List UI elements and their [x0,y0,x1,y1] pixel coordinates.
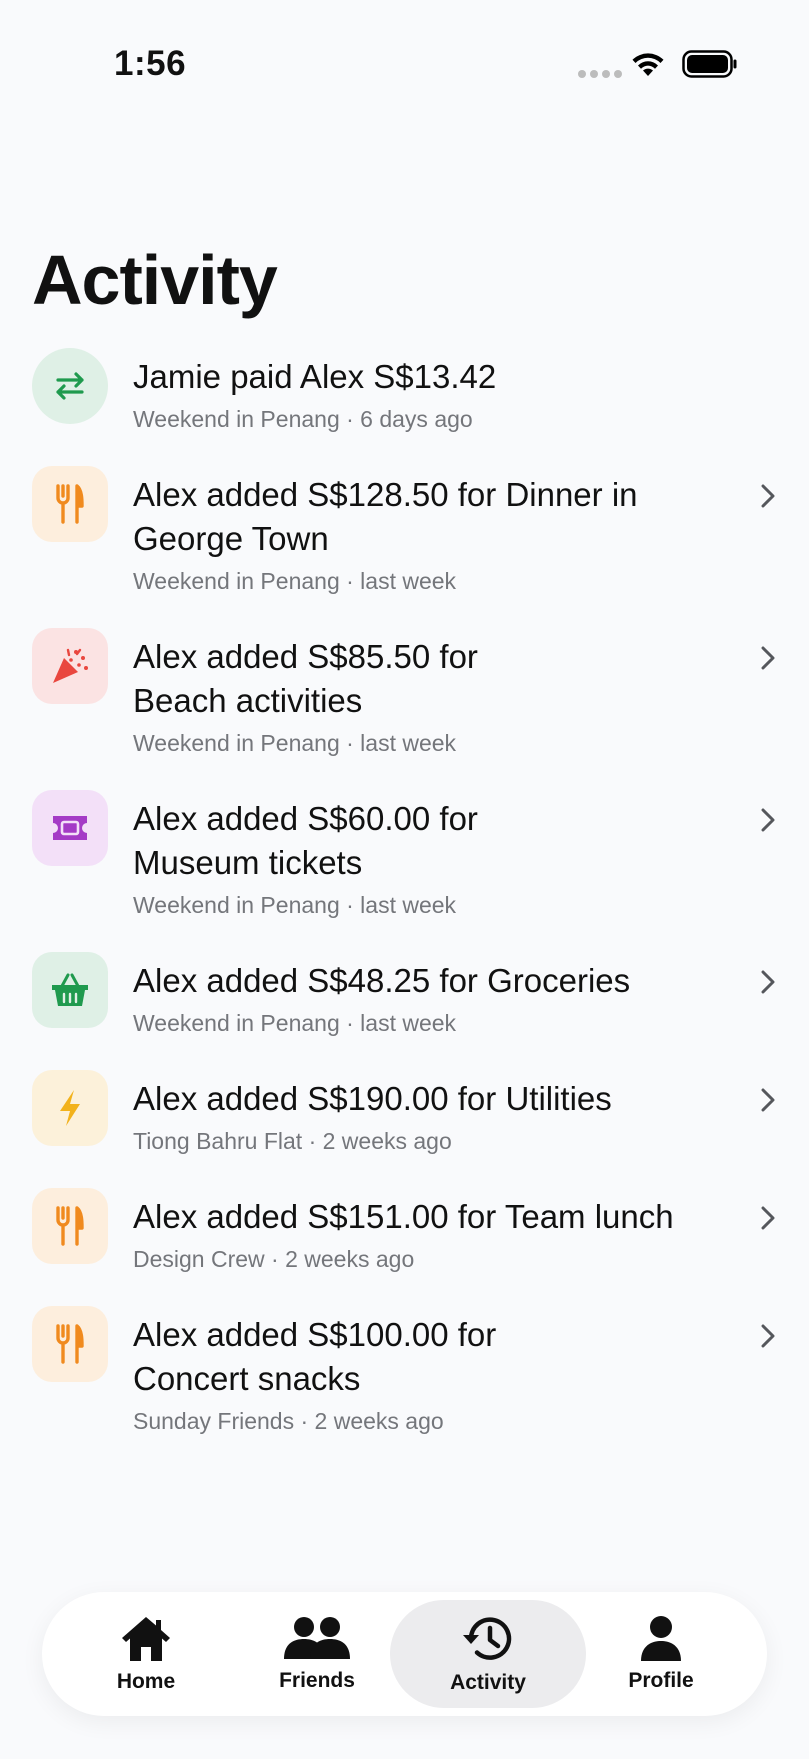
cellular-signal-icon [578,70,622,78]
activity-subtitle: Weekend in Penang · last week [133,730,457,756]
activity-list: Jamie paid Alex S$13.42 Weekend in Penang… [0,348,809,1475]
status-time: 1:56 [114,44,187,83]
chevron-right-icon[interactable] [758,1323,778,1349]
activity-row[interactable]: Alex added S$100.00 for Concert snacks Su… [0,1306,809,1475]
transfer-arrows-icon [52,368,88,404]
basket-icon [50,972,90,1008]
fork-knife-icon-badge [32,1306,108,1382]
activity-text: Alex added S$151.00 for Team lunch Design… [133,1195,709,1273]
activity-row[interactable]: Alex added S$190.00 for Utilities Tiong B… [0,1070,809,1195]
chevron-right-icon[interactable] [758,807,778,833]
activity-text: Alex added S$100.00 for Concert snacks Su… [133,1313,709,1435]
activity-text: Alex added S$190.00 for Utilities Tiong B… [133,1077,709,1155]
fork-knife-icon [55,1206,85,1246]
tab-friends[interactable]: Friends [219,1600,415,1708]
chevron-right-icon[interactable] [758,483,778,509]
party-popper-icon [50,646,90,686]
tab-label: Friends [279,1669,355,1692]
wifi-icon [632,53,664,76]
tab-profile[interactable]: Profile [563,1600,759,1708]
activity-title: Alex added S$128.50 for Dinner in George… [133,476,638,557]
activity-title: Alex added S$151.00 for Team lunch [133,1198,674,1235]
activity-text: Alex added S$48.25 for Groceries Weekend … [133,959,709,1037]
tab-activity[interactable]: Activity [390,1600,586,1708]
fork-knife-icon-badge [32,1188,108,1264]
fork-knife-icon-badge [32,466,108,542]
tab-label: Profile [628,1669,694,1692]
activity-row[interactable]: Jamie paid Alex S$13.42 Weekend in Penang… [0,348,809,473]
activity-row[interactable]: Alex added S$151.00 for Team lunch Design… [0,1188,809,1313]
history-clock-icon [463,1617,512,1660]
people-icon [284,1617,350,1659]
activity-subtitle: Weekend in Penang · 6 days ago [133,406,473,432]
activity-text: Alex added S$85.50 for Beach activities W… [133,635,709,757]
activity-screen: 1:56 Activity Jamie paid Alex S$13.42 Wee… [0,0,809,1759]
activity-title: Alex added S$85.50 for Beach activities [133,638,478,719]
activity-text: Alex added S$128.50 for Dinner in George… [133,473,709,595]
activity-subtitle: Weekend in Penang · last week [133,1010,457,1036]
fork-knife-icon [55,484,85,524]
chevron-right-icon[interactable] [758,1205,778,1231]
chevron-right-icon[interactable] [758,969,778,995]
activity-title: Alex added S$190.00 for Utilities [133,1080,612,1117]
activity-row[interactable]: Alex added S$48.25 for Groceries Weekend … [0,952,809,1077]
party-popper-icon-badge [32,628,108,704]
activity-subtitle: Weekend in Penang · last week [133,568,457,594]
page-title: Activity [32,241,278,319]
tab-home[interactable]: Home [48,1600,244,1708]
lightning-icon-badge [32,1070,108,1146]
ticket-icon-badge [32,790,108,866]
activity-text: Alex added S$60.00 for Museum tickets Wee… [133,797,709,919]
house-icon [122,1617,170,1661]
fork-knife-icon [55,1324,85,1364]
basket-icon-badge [32,952,108,1028]
activity-title: Alex added S$48.25 for Groceries [133,962,631,999]
tab-label: Home [116,1670,176,1693]
chevron-right-icon[interactable] [758,645,778,671]
activity-row[interactable]: Alex added S$85.50 for Beach activities W… [0,628,809,797]
ticket-icon [50,813,90,843]
activity-title: Jamie paid Alex S$13.42 [133,358,497,395]
activity-text: Jamie paid Alex S$13.42 Weekend in Penang… [133,355,709,433]
activity-subtitle: Design Crew · 2 weeks ago [133,1246,415,1272]
activity-row[interactable]: Alex added S$128.50 for Dinner in George… [0,466,809,635]
person-icon [641,1616,681,1661]
lightning-icon [56,1088,84,1128]
tab-label: Activity [450,1671,526,1694]
activity-title: Alex added S$60.00 for Museum tickets [133,800,478,881]
activity-title: Alex added S$100.00 for Concert snacks [133,1316,497,1397]
activity-subtitle: Sunday Friends · 2 weeks ago [133,1408,444,1434]
battery-icon [682,50,737,78]
activity-subtitle: Weekend in Penang · last week [133,892,457,918]
activity-subtitle: Tiong Bahru Flat · 2 weeks ago [133,1128,452,1154]
transfer-arrows-icon-badge [32,348,108,424]
tab-bar: Home Friends Activity Profile [42,1592,767,1716]
chevron-right-icon[interactable] [758,1087,778,1113]
activity-row[interactable]: Alex added S$60.00 for Museum tickets Wee… [0,790,809,959]
